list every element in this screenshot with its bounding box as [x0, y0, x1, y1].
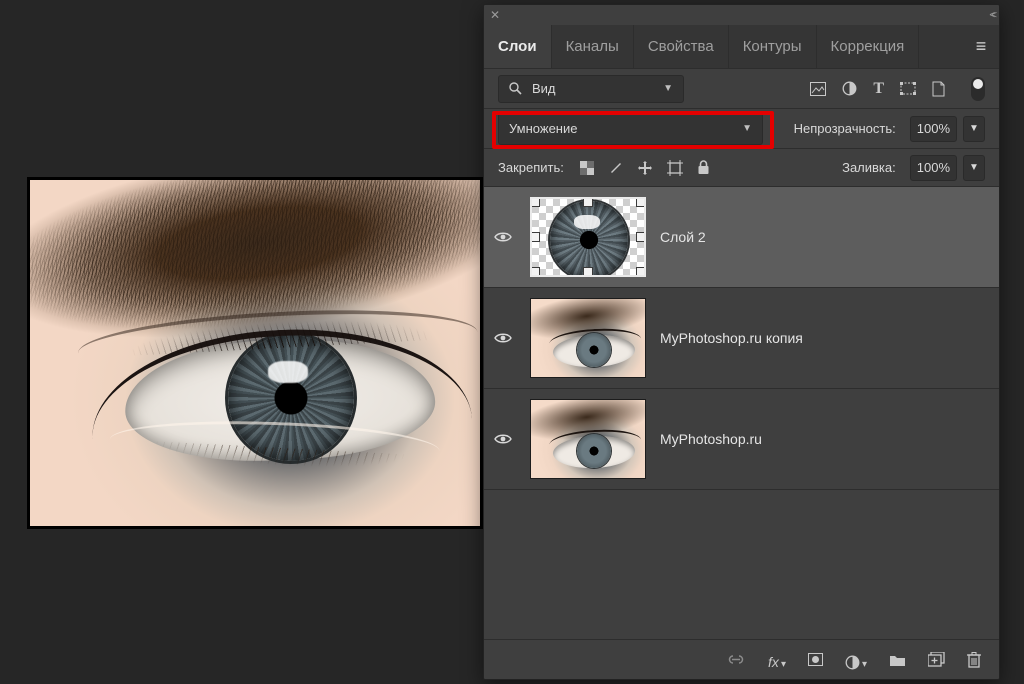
chevron-down-icon: ▾ [781, 659, 786, 670]
panel-tabs: Слои Каналы Свойства Контуры Коррекция ≡ [484, 25, 999, 69]
link-icon[interactable] [726, 654, 746, 665]
lock-label: Закрепить: [498, 160, 564, 175]
collapse-icon[interactable]: << [989, 10, 993, 21]
fill-stepper[interactable]: ▼ [963, 155, 985, 181]
layer-row[interactable]: MyPhotoshop.ru копия [484, 288, 999, 389]
tab-paths[interactable]: Контуры [729, 25, 817, 68]
fx-icon[interactable]: fx [768, 654, 779, 670]
fill-value[interactable]: 100% [910, 155, 957, 181]
image-filter-icon[interactable] [810, 82, 826, 96]
layer-filter-kind[interactable]: Вид ▼ [498, 75, 684, 103]
text-filter-icon[interactable]: T [873, 80, 884, 98]
tab-layers[interactable]: Слои [484, 25, 552, 68]
tab-channels[interactable]: Каналы [552, 25, 634, 68]
layer-name[interactable]: MyPhotoshop.ru [660, 431, 762, 447]
layer-name[interactable]: MyPhotoshop.ru копия [660, 330, 803, 346]
visibility-toggle[interactable] [494, 433, 516, 445]
layer-thumbnail[interactable] [530, 197, 646, 277]
lock-all-icon[interactable] [697, 160, 710, 175]
opacity-value[interactable]: 100% [910, 116, 957, 142]
lock-pixels-icon[interactable] [580, 161, 594, 175]
lock-brush-icon[interactable] [608, 160, 623, 175]
layer-thumbnail[interactable] [530, 399, 646, 479]
blend-mode-value: Умножение [509, 121, 577, 136]
adjustment-icon[interactable] [845, 655, 860, 670]
lock-move-icon[interactable] [637, 160, 653, 176]
layer-row[interactable]: MyPhotoshop.ru [484, 389, 999, 490]
eye-photo [30, 180, 480, 526]
chevron-down-icon: ▼ [663, 83, 673, 94]
search-icon [509, 82, 522, 95]
panel-menu-icon[interactable]: ≡ [963, 25, 999, 68]
document-canvas[interactable] [27, 177, 483, 529]
tab-adjust[interactable]: Коррекция [817, 25, 920, 68]
filter-toggle[interactable] [971, 77, 985, 101]
opacity-stepper[interactable]: ▼ [963, 116, 985, 142]
layer-filter-kind-label: Вид [532, 81, 556, 96]
layer-thumbnail[interactable] [530, 298, 646, 378]
mask-icon[interactable] [808, 653, 823, 666]
layers-panel: ✕ << Слои Каналы Свойства Контуры Коррек… [483, 4, 1000, 680]
smart-filter-icon[interactable] [932, 81, 945, 97]
chevron-down-icon: ▾ [862, 659, 867, 670]
visibility-toggle[interactable] [494, 332, 516, 344]
trash-icon[interactable] [967, 652, 981, 668]
layer-name[interactable]: Слой 2 [660, 229, 706, 245]
opacity-label: Непрозрачность: [794, 121, 896, 136]
layer-row[interactable]: Слой 2 [484, 187, 999, 288]
shape-filter-icon[interactable] [900, 81, 916, 96]
new-layer-icon[interactable] [928, 652, 945, 667]
lock-artboard-icon[interactable] [667, 160, 683, 176]
panel-footer: fx ▾ ▾ [484, 639, 999, 679]
visibility-toggle[interactable] [494, 231, 516, 243]
group-icon[interactable] [889, 653, 906, 667]
tab-properties[interactable]: Свойства [634, 25, 729, 68]
layers-list: Слой 2 MyPhotoshop.ru копия MyPhotoshop.… [484, 187, 999, 639]
adjust-filter-icon[interactable] [842, 81, 857, 96]
close-icon[interactable]: ✕ [490, 8, 500, 22]
chevron-down-icon: ▼ [742, 123, 752, 134]
fill-label: Заливка: [842, 160, 896, 175]
blend-mode-select[interactable]: Умножение ▼ [498, 113, 763, 145]
